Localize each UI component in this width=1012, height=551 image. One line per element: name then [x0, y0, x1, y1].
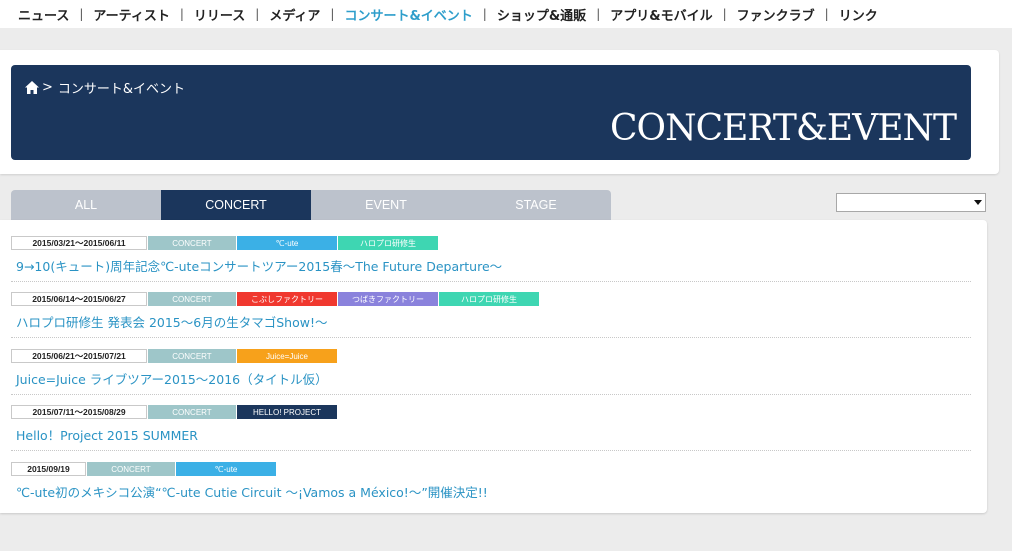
tab-concert[interactable]: CONCERT	[161, 190, 311, 220]
page-header: > コンサート&イベント CONCERT&EVENT	[0, 50, 999, 174]
nav-link[interactable]: リンク	[829, 5, 888, 24]
divider	[11, 281, 971, 282]
breadcrumb: > コンサート&イベント	[25, 78, 185, 97]
nav-link[interactable]: リリース	[184, 5, 255, 24]
event-title-link[interactable]: 9→10(キュート)周年記念℃-uteコンサートツアー2015春～The Fut…	[16, 256, 971, 275]
nav-link[interactable]: メディア	[259, 5, 330, 24]
list-item: 2015/06/21～2015/07/21 CONCERT Juice=Juic…	[11, 349, 971, 395]
artist-tag[interactable]: ハロプロ研修生	[338, 236, 438, 250]
divider	[11, 394, 971, 395]
page-banner: > コンサート&イベント CONCERT&EVENT	[11, 65, 971, 160]
list-item: 2015/09/19 CONCERT ℃-ute ℃-ute初のメキシコ公演“℃…	[11, 462, 971, 501]
date-badge: 2015/03/21～2015/06/11	[11, 236, 147, 250]
genre-badge: CONCERT	[87, 462, 175, 476]
nav-item-media[interactable]: メディア	[259, 5, 330, 24]
event-title-link[interactable]: ハロプロ研修生 発表会 2015～6月の生タマゴShow!～	[16, 312, 971, 331]
date-badge: 2015/09/19	[11, 462, 86, 476]
artist-tag[interactable]: ハロプロ研修生	[439, 292, 539, 306]
genre-badge: CONCERT	[148, 349, 236, 363]
breadcrumb-current: コンサート&イベント	[57, 82, 186, 97]
nav-item-release[interactable]: リリース	[184, 5, 255, 24]
list-item: 2015/03/21～2015/06/11 CONCERT ℃-ute ハロプロ…	[11, 236, 971, 282]
tag-row: 2015/07/11～2015/08/29 CONCERT HELLO! PRO…	[11, 405, 971, 419]
nav-link[interactable]: ショップ&通販	[487, 5, 596, 24]
filter-select[interactable]	[836, 193, 986, 212]
chevron-down-icon	[974, 200, 982, 205]
artist-tag[interactable]: Juice=Juice	[237, 349, 337, 363]
date-badge: 2015/07/11～2015/08/29	[11, 405, 147, 419]
divider	[11, 337, 971, 338]
nav-item-artist[interactable]: アーティスト	[83, 5, 179, 24]
nav-item-app-mobile[interactable]: アプリ&モバイル	[600, 5, 722, 24]
nav-link[interactable]: ニュース	[8, 5, 79, 24]
nav-item-news[interactable]: ニュース	[8, 5, 79, 24]
genre-badge: CONCERT	[148, 236, 236, 250]
list-item: 2015/07/11～2015/08/29 CONCERT HELLO! PRO…	[11, 405, 971, 451]
tab-stage[interactable]: STAGE	[461, 190, 611, 220]
event-title-link[interactable]: Hello！Project 2015 SUMMER	[16, 425, 971, 444]
global-nav: ニュース | アーティスト | リリース | メディア | コンサート&イベント…	[0, 0, 1012, 28]
nav-link[interactable]: アプリ&モバイル	[600, 5, 722, 24]
genre-badge: CONCERT	[148, 405, 236, 419]
breadcrumb-arrow: >	[42, 80, 53, 95]
artist-tag[interactable]: こぶしファクトリー	[237, 292, 337, 306]
list-item: 2015/06/14～2015/06/27 CONCERT こぶしファクトリー …	[11, 292, 971, 338]
event-title-link[interactable]: Juice=Juice ライブツアー2015～2016（タイトル仮）	[16, 369, 971, 388]
tag-row: 2015/03/21～2015/06/11 CONCERT ℃-ute ハロプロ…	[11, 236, 971, 250]
event-list: 2015/03/21～2015/06/11 CONCERT ℃-ute ハロプロ…	[0, 220, 987, 513]
genre-badge: CONCERT	[148, 292, 236, 306]
nav-link[interactable]: コンサート&イベント	[334, 5, 482, 24]
nav-item-shop[interactable]: ショップ&通販	[487, 5, 596, 24]
nav-item-link[interactable]: リンク	[829, 5, 888, 24]
tag-row: 2015/09/19 CONCERT ℃-ute	[11, 462, 971, 476]
artist-tag[interactable]: ℃-ute	[176, 462, 276, 476]
tab-all[interactable]: ALL	[11, 190, 161, 220]
artist-tag[interactable]: ℃-ute	[237, 236, 337, 250]
tab-event[interactable]: EVENT	[311, 190, 461, 220]
date-badge: 2015/06/21～2015/07/21	[11, 349, 147, 363]
artist-tag[interactable]: つばきファクトリー	[338, 292, 438, 306]
event-title-link[interactable]: ℃-ute初のメキシコ公演“℃-ute Cutie Circuit ～¡Vamo…	[16, 482, 971, 501]
date-badge: 2015/06/14～2015/06/27	[11, 292, 147, 306]
divider	[11, 450, 971, 451]
category-tabs: ALL CONCERT EVENT STAGE	[11, 190, 611, 220]
nav-link[interactable]: ファンクラブ	[727, 5, 825, 24]
tag-row: 2015/06/14～2015/06/27 CONCERT こぶしファクトリー …	[11, 292, 971, 306]
artist-tag[interactable]: HELLO! PROJECT	[237, 405, 337, 419]
page-title: CONCERT&EVENT	[610, 108, 957, 149]
nav-item-concert-event[interactable]: コンサート&イベント	[334, 5, 482, 24]
nav-link[interactable]: アーティスト	[83, 5, 179, 24]
home-icon[interactable]	[25, 81, 39, 94]
tag-row: 2015/06/21～2015/07/21 CONCERT Juice=Juic…	[11, 349, 971, 363]
nav-item-fanclub[interactable]: ファンクラブ	[727, 5, 825, 24]
